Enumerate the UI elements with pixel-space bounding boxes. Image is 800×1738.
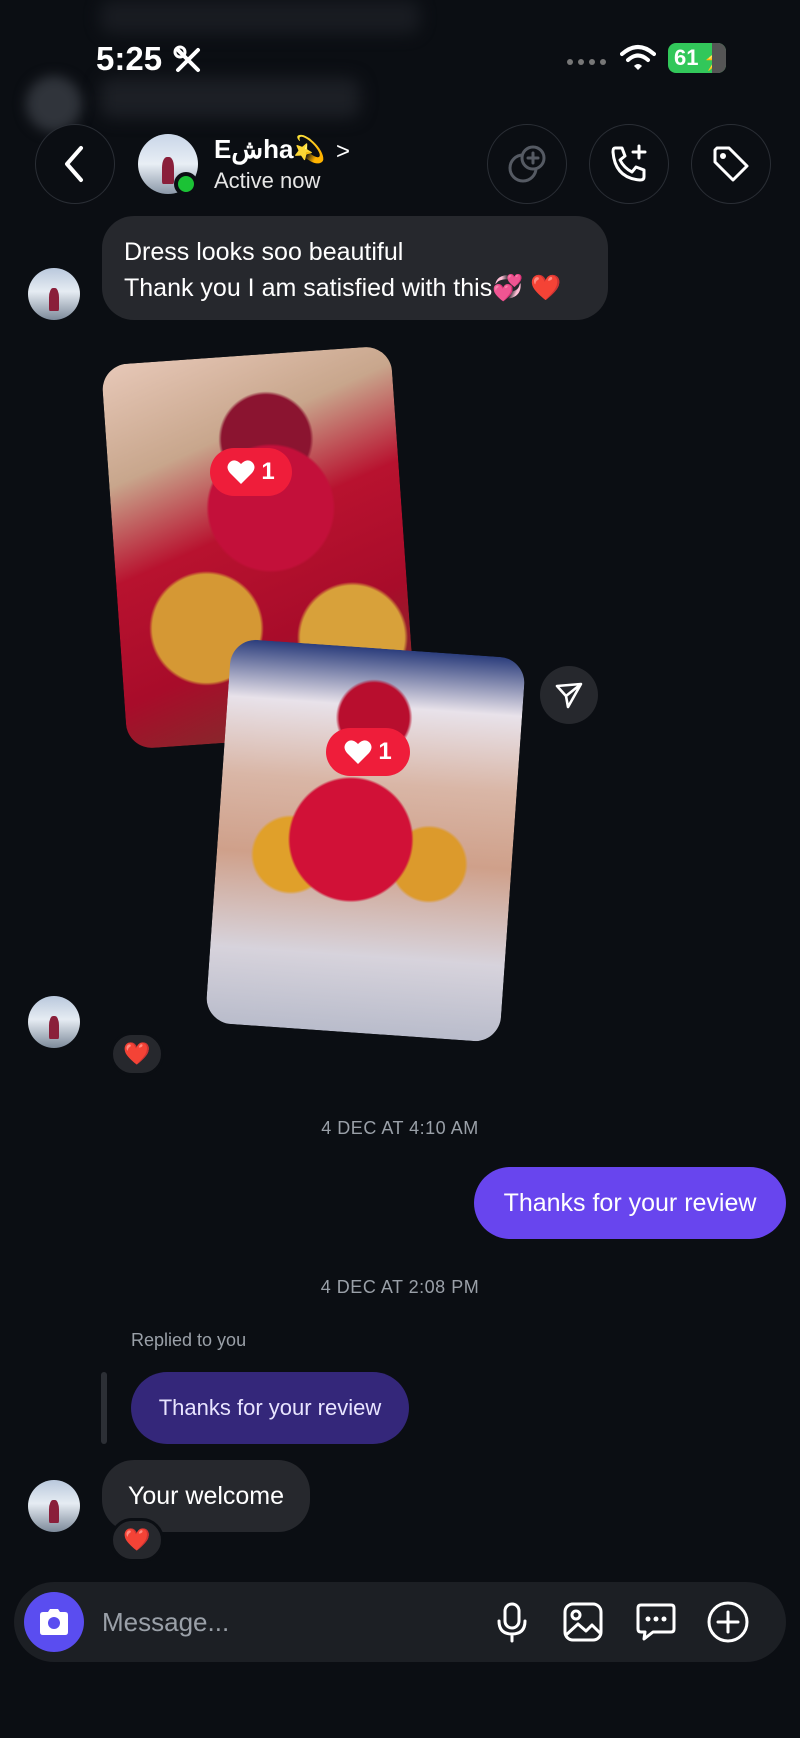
blurred-text [100,78,360,118]
tag-button[interactable] [691,124,771,204]
reply-indicator-bar [101,1372,107,1444]
add-call-button[interactable] [589,124,669,204]
battery-indicator: 61 ⚡ [668,43,729,73]
quoted-text: Thanks for your review [158,1395,382,1420]
share-icon [555,682,583,709]
voice-button[interactable] [488,1598,536,1646]
more-button[interactable] [704,1598,752,1646]
contact-avatar-small[interactable] [28,1480,80,1532]
heart-icon [227,460,255,484]
camera-icon [40,1609,68,1635]
microphone-icon [497,1602,527,1643]
timestamp: 4 DEC AT 2:08 PM [320,1277,480,1297]
photo-reaction-badge[interactable]: 1 [326,728,410,776]
contact-avatar-small[interactable] [28,268,80,320]
contact-status: Active now [214,168,321,193]
message-text: Thanks for your review [503,1188,757,1217]
reaction-count: 1 [261,458,275,485]
plus-icon [707,1601,749,1643]
wifi-icon [620,45,656,70]
sticker-add-icon [508,145,546,183]
signal-dots-icon [567,59,606,65]
reaction-count: 1 [378,738,392,765]
sticker-add-button[interactable] [487,124,567,204]
online-indicator [174,172,198,196]
message-icon [636,1603,676,1641]
message-input[interactable] [102,1602,432,1642]
battery-level: 61 [674,45,699,70]
call-add-icon [611,144,647,182]
message-reaction[interactable]: ❤️ [110,1032,164,1076]
quoted-message-bubble[interactable]: Thanks for your review [131,1372,409,1444]
photo-reaction-badge[interactable]: 1 [210,448,292,496]
heart-icon [344,740,372,764]
tools-icon [173,45,200,72]
blurred-notification [100,0,420,34]
camera-button[interactable] [24,1592,84,1652]
replied-label: Replied to you [131,1330,247,1350]
message-composer [14,1582,786,1662]
message-text: Your welcome [127,1481,285,1510]
contact-name[interactable]: Eشha💫 [214,134,326,165]
status-time: 5:25 [96,40,163,77]
share-button[interactable] [540,666,598,724]
timestamp: 4 DEC AT 4:10 AM [321,1118,479,1138]
gallery-icon [563,1602,603,1642]
outgoing-message-bubble[interactable]: Thanks for your review [474,1167,786,1239]
incoming-message-bubble[interactable]: Dress looks soo beautiful Thank you I am… [102,216,608,320]
message-text: Thank you I am satisfied with this💞 ❤️ [124,274,562,302]
chat-header: Eشha💫 > Active now [0,122,800,210]
message-text: Dress looks soo beautiful [124,238,404,266]
tag-icon [713,146,749,182]
back-button[interactable] [35,124,115,204]
chevron-right-icon[interactable]: > [336,138,350,166]
contact-avatar-small[interactable] [28,996,80,1048]
photo-attachment[interactable] [204,638,527,1043]
message-effects-button[interactable] [632,1598,680,1646]
gallery-button[interactable] [559,1598,607,1646]
status-bar: 5:25 61 ⚡ [0,34,800,82]
message-reaction[interactable]: ❤️ [110,1518,164,1562]
back-icon [65,146,83,182]
